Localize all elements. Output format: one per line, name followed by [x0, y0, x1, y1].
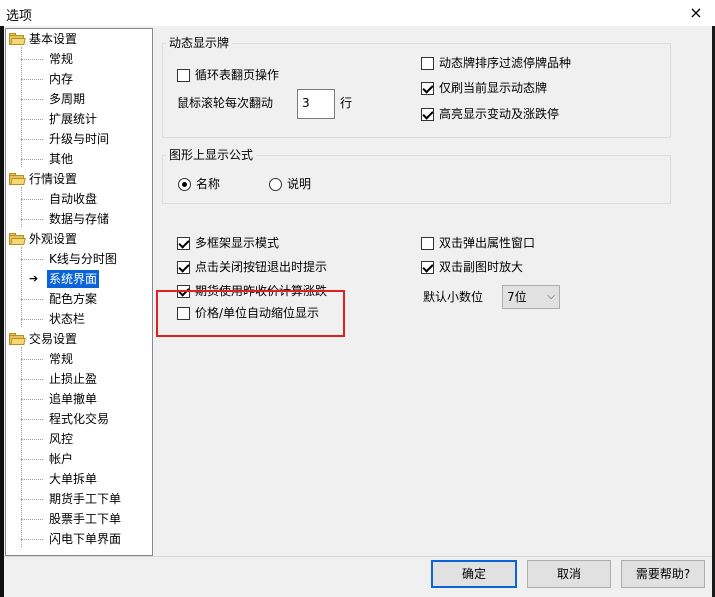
- tree-group-trading[interactable]: 交易设置: [29, 330, 77, 348]
- tree-item-other[interactable]: 其他: [49, 150, 73, 168]
- tree-item-data-storage[interactable]: 数据与存储: [49, 210, 109, 228]
- cancel-button[interactable]: 取消: [527, 560, 611, 588]
- multi-frame-checkbox[interactable]: [177, 237, 190, 250]
- formula-name-radio[interactable]: [178, 178, 191, 191]
- tree-item-account[interactable]: 帐户: [49, 450, 73, 468]
- scroll-label: 鼠标滚轮每次翻动: [177, 96, 274, 110]
- highlight-checkbox[interactable]: [421, 108, 434, 121]
- dbl-zoom-checkbox[interactable]: [421, 261, 434, 274]
- tree-item-multiperiod[interactable]: 多周期: [49, 90, 85, 108]
- tree-item-futures-manual[interactable]: 期货手工下单: [49, 490, 121, 508]
- tree-item-program-trading[interactable]: 程式化交易: [49, 410, 109, 428]
- dbl-zoom-label: 双击副图时放大: [439, 260, 524, 274]
- tree-item-stock-manual[interactable]: 股票手工下单: [49, 510, 121, 528]
- refresh-current-checkbox[interactable]: [421, 82, 434, 95]
- tree-item-general[interactable]: 常规: [49, 50, 73, 68]
- formula-desc-label: 说明: [287, 177, 312, 191]
- close-prompt-label: 点击关闭按钮退出时提示: [195, 260, 328, 274]
- scroll-lines-input[interactable]: 3: [297, 89, 335, 119]
- tree-item-ext-stats[interactable]: 扩展统计: [49, 110, 97, 128]
- decimals-value: 7位: [507, 290, 527, 304]
- highlight-label: 高亮显示变动及涨跌停: [439, 107, 560, 121]
- dbl-prop-label: 双击弹出属性窗口: [439, 236, 536, 250]
- folder-icon: [9, 333, 26, 345]
- tree-item-risk[interactable]: 风控: [49, 430, 73, 448]
- settings-tree[interactable]: 基本设置 常规 内存 多周期 扩展统计 升级与时间 其他 行情设置 自动收盘 数…: [5, 28, 153, 556]
- divider: [4, 556, 712, 557]
- tree-item-split-order[interactable]: 大单拆单: [49, 470, 97, 488]
- loop-page-label: 循环表翻页操作: [195, 68, 280, 82]
- close-icon[interactable]: ×: [686, 4, 706, 22]
- ok-button[interactable]: 确定: [431, 560, 517, 588]
- scroll-unit: 行: [340, 96, 353, 110]
- dynamic-board-title: 动态显示牌: [166, 36, 233, 50]
- tree-item-auto-close[interactable]: 自动收盘: [49, 190, 97, 208]
- filter-stopped-label: 动态牌排序过滤停牌品种: [439, 56, 572, 70]
- tree-item-trade-general[interactable]: 常规: [49, 350, 73, 368]
- filter-stopped-checkbox[interactable]: [421, 57, 434, 70]
- tree-item-lightning[interactable]: 闪电下单界面: [49, 530, 121, 548]
- tree-item-upgrade-time[interactable]: 升级与时间: [49, 130, 109, 148]
- tree-item-stop-loss[interactable]: 止损止盈: [49, 370, 97, 388]
- tree-item-statusbar[interactable]: 状态栏: [49, 310, 85, 328]
- tree-item-chase-cancel[interactable]: 追单撤单: [49, 390, 97, 408]
- dynamic-board-group: [162, 43, 671, 138]
- formula-group: [162, 155, 671, 204]
- tree-item-memory[interactable]: 内存: [49, 70, 73, 88]
- help-button[interactable]: 需要帮助?: [621, 560, 705, 588]
- loop-page-checkbox[interactable]: [177, 69, 190, 82]
- close-prompt-checkbox[interactable]: [177, 261, 190, 274]
- formula-name-label: 名称: [196, 177, 221, 191]
- tree-item-color-scheme[interactable]: 配色方案: [49, 290, 97, 308]
- folder-icon: [9, 173, 26, 185]
- refresh-current-label: 仅刷当前显示动态牌: [439, 81, 548, 95]
- decimals-label: 默认小数位: [423, 290, 484, 304]
- multi-frame-label: 多框架显示模式: [195, 236, 280, 250]
- decimals-select[interactable]: 7位 ⌵: [502, 285, 560, 309]
- formula-desc-radio[interactable]: [269, 178, 282, 191]
- window-title: 选项: [6, 9, 33, 24]
- tree-group-appearance[interactable]: 外观设置: [29, 230, 77, 248]
- tree-item-kline[interactable]: K线与分时图: [49, 250, 117, 268]
- title-bar: [0, 0, 715, 26]
- tree-group-quote[interactable]: 行情设置: [29, 170, 77, 188]
- tree-group-basic[interactable]: 基本设置: [29, 30, 77, 48]
- highlight-annotation-box: [156, 290, 345, 337]
- tree-item-system-ui[interactable]: 系统界面: [47, 270, 100, 288]
- folder-icon: [9, 33, 26, 45]
- dbl-prop-checkbox[interactable]: [421, 237, 434, 250]
- arrow-right-icon: ➔: [29, 272, 39, 285]
- left-edge: [0, 26, 4, 597]
- folder-icon: [9, 233, 26, 245]
- chevron-down-icon: ⌵: [547, 291, 555, 302]
- formula-group-title: 图形上显示公式: [166, 148, 257, 162]
